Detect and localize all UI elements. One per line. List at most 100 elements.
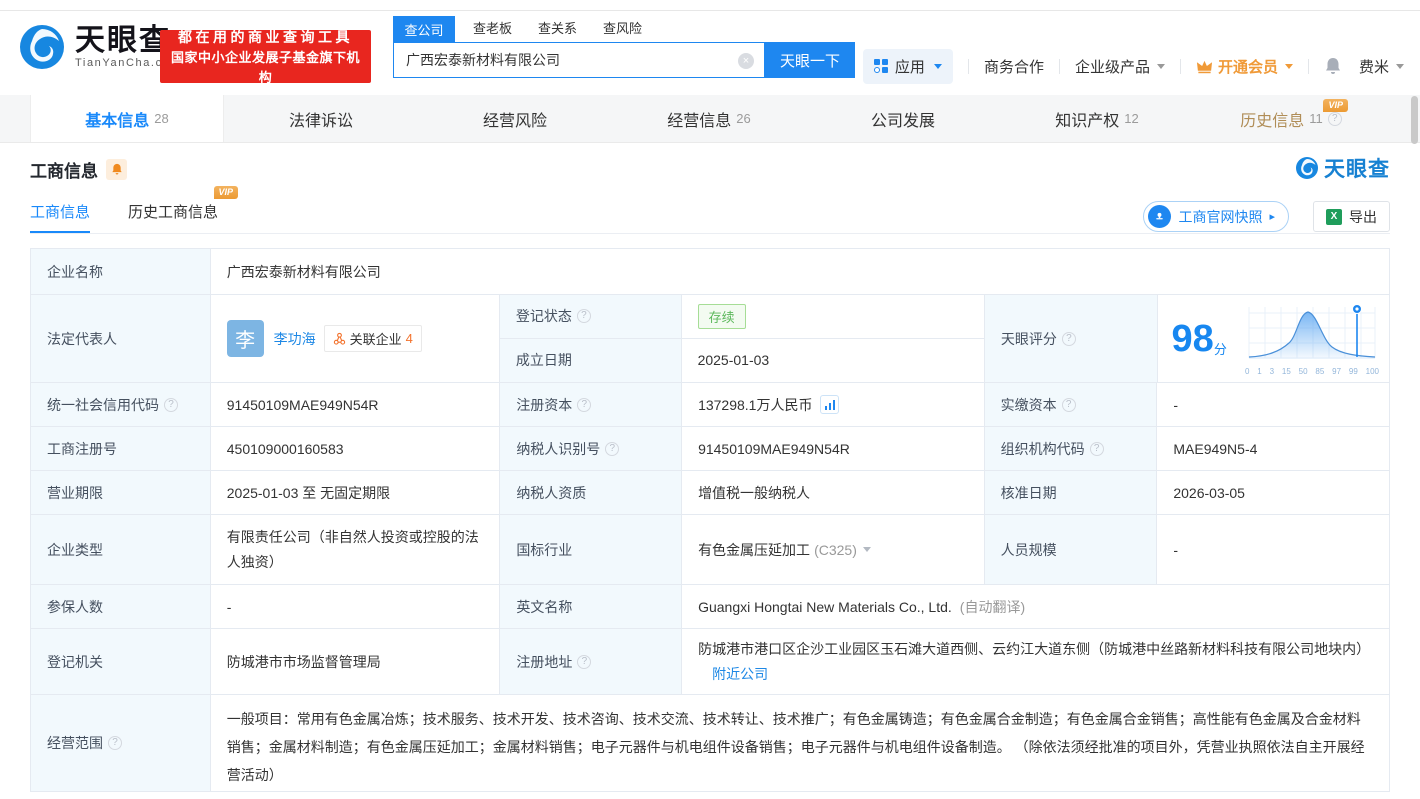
value-text: - bbox=[1173, 396, 1179, 413]
tab-label: 法律诉讼 bbox=[288, 112, 353, 130]
business-cooperation-label: 商务合作 bbox=[983, 58, 1044, 76]
capital-chart-icon[interactable] bbox=[820, 395, 840, 414]
business-scope-value: 一般项目：常用有色金属冶炼；技术服务、技术开发、技术咨询、技术交流、技术转让、技… bbox=[210, 695, 1389, 791]
label-text: 企业名称 bbox=[47, 263, 103, 280]
help-icon[interactable]: ? bbox=[576, 309, 591, 324]
table-row: 登记机关 防城港市市场监督管理局 注册地址 ? 防城港市港口区企沙工业园区玉石滩… bbox=[31, 629, 1389, 695]
promo-line-2: 国家中小企业发展子基金旗下机构 bbox=[170, 49, 360, 85]
export-button[interactable]: X 导出 bbox=[1313, 201, 1390, 232]
company-type-value: 有限责任公司（非自然人投资或控股的法人独资） bbox=[210, 515, 501, 584]
open-vip-label: 开通会员 bbox=[1217, 58, 1278, 76]
value-text: - bbox=[1173, 541, 1179, 558]
related-companies-badge[interactable]: 关联企业 4 bbox=[323, 325, 422, 352]
business-cooperation-link[interactable]: 商务合作 bbox=[984, 56, 1044, 77]
open-vip-menu[interactable]: 开通会员 bbox=[1196, 56, 1293, 77]
search-area: 查公司 查老板 查关系 查风险 × 天眼一下 bbox=[393, 16, 855, 78]
value-text: 2025-01-03 bbox=[697, 352, 770, 369]
field-label: 法定代表人 bbox=[31, 295, 211, 382]
tab-label: 基本信息 bbox=[85, 112, 150, 130]
company-name-value: 广西宏泰新材料有限公司 bbox=[210, 249, 1389, 294]
subtab-business-info[interactable]: 工商信息 bbox=[30, 199, 91, 233]
user-name: 费米 bbox=[1358, 58, 1389, 76]
subtab-history-business-info[interactable]: VIP 历史工商信息 bbox=[128, 186, 239, 233]
help-icon[interactable]: ? bbox=[1061, 331, 1076, 346]
tab-legal-litigation[interactable]: 法律诉讼 bbox=[224, 95, 418, 142]
help-icon[interactable]: ? bbox=[108, 736, 122, 750]
tab-label: 经营风险 bbox=[482, 112, 547, 130]
nav-divider bbox=[967, 58, 969, 74]
label-text: 注册地址 bbox=[516, 653, 573, 670]
tab-label: 历史信息 bbox=[1240, 112, 1305, 130]
apps-menu[interactable]: 应用 bbox=[862, 48, 953, 84]
value-text: 450109000160583 bbox=[226, 440, 344, 457]
search-tab-relation[interactable]: 查关系 bbox=[538, 18, 577, 42]
watermark-brand: 天眼查 bbox=[1324, 158, 1390, 181]
help-icon[interactable]: ? bbox=[1061, 397, 1076, 412]
table-row: 企业名称 广西宏泰新材料有限公司 bbox=[31, 249, 1389, 295]
table-row: 参保人数 - 英文名称 Guangxi Hongtai New Material… bbox=[31, 585, 1389, 629]
field-label: 人员规模 bbox=[984, 515, 1158, 584]
official-snapshot-button[interactable]: 工商官网快照 ▸ bbox=[1143, 201, 1289, 232]
tab-intellectual-property[interactable]: 知识产权 12 bbox=[1000, 95, 1194, 142]
tianyancha-logo[interactable]: 天眼查 TianYanCha.com bbox=[18, 23, 181, 71]
value-text: - bbox=[226, 598, 232, 615]
score-value: 98 分 0 1 3 15 50 85 97 99 100 bbox=[1157, 295, 1389, 382]
chart-axis-ticks: 0 1 3 15 50 85 97 99 100 bbox=[1245, 367, 1379, 376]
field-label: 国标行业 bbox=[500, 515, 683, 584]
user-menu[interactable]: 费米 bbox=[1359, 56, 1404, 77]
legal-rep-link[interactable]: 李功海 bbox=[274, 329, 316, 349]
label-text: 经营范围 bbox=[47, 735, 103, 751]
search-input[interactable] bbox=[394, 43, 764, 77]
score-number: 98 分 bbox=[1172, 319, 1227, 359]
search-tab-risk[interactable]: 查风险 bbox=[603, 18, 642, 42]
avatar[interactable]: 李 bbox=[226, 320, 264, 357]
field-label: 英文名称 bbox=[500, 585, 683, 628]
field-label: 实缴资本 ? bbox=[984, 383, 1158, 426]
tab-history-info[interactable]: VIP 历史信息 11 ? bbox=[1194, 95, 1388, 142]
help-icon[interactable]: ? bbox=[164, 397, 178, 412]
help-icon[interactable]: ? bbox=[605, 441, 620, 456]
english-name-value: Guangxi Hongtai New Materials Co., Ltd. … bbox=[682, 585, 1389, 628]
tab-basic-info[interactable]: 基本信息 28 bbox=[30, 95, 224, 142]
search-button[interactable]: 天眼一下 bbox=[765, 42, 855, 78]
value-text: 137298.1万人民币 bbox=[698, 396, 813, 413]
field-label: 工商注册号 bbox=[31, 427, 211, 470]
label-text: 注册资本 bbox=[516, 396, 573, 413]
promo-banner: 都在用的商业查询工具 国家中小企业发展子基金旗下机构 bbox=[160, 29, 371, 85]
help-icon[interactable]: ? bbox=[577, 397, 592, 412]
nav-divider bbox=[1058, 58, 1060, 74]
field-label: 纳税人资质 bbox=[500, 471, 683, 514]
help-icon[interactable]: ? bbox=[1327, 111, 1342, 126]
section-actions: 工商官网快照 ▸ X 导出 bbox=[1143, 201, 1390, 232]
tab-operation-info[interactable]: 经营信息 26 bbox=[612, 95, 806, 142]
chevron-down-icon[interactable] bbox=[862, 547, 871, 552]
label-text: 组织机构代码 bbox=[1000, 440, 1085, 457]
notification-bell-icon[interactable] bbox=[1324, 56, 1344, 76]
scrollbar-thumb[interactable] bbox=[1411, 96, 1418, 144]
label-text: 营业期限 bbox=[47, 484, 103, 501]
search-tab-company[interactable]: 查公司 bbox=[393, 16, 455, 42]
promo-line-1: 都在用的商业查询工具 bbox=[178, 28, 353, 45]
field-label: 企业类型 bbox=[31, 515, 211, 584]
subscribe-bell-icon[interactable] bbox=[106, 159, 127, 180]
nearby-companies-link[interactable]: 附近公司 bbox=[712, 666, 768, 682]
table-subrow: 成立日期 2025-01-03 bbox=[499, 338, 984, 382]
value-text: 2025-01-03 至 无固定期限 bbox=[226, 484, 391, 501]
clear-icon[interactable]: × bbox=[738, 53, 754, 69]
label-text: 纳税人识别号 bbox=[516, 440, 601, 457]
taxpayer-id-value: 91450109MAE949N54R bbox=[682, 427, 985, 470]
tab-operation-risk[interactable]: 经营风险 bbox=[418, 95, 612, 142]
label-text: 天眼评分 bbox=[1000, 330, 1057, 347]
industry-code: (C325) bbox=[814, 541, 857, 558]
label-text: 统一社会信用代码 bbox=[47, 396, 159, 413]
tab-count: 26 bbox=[736, 111, 751, 126]
search-tab-boss[interactable]: 查老板 bbox=[473, 18, 512, 42]
legal-rep-value: 李 李功海 关联企业 4 bbox=[210, 295, 500, 382]
page: 天眼查 TianYanCha.com 都在用的商业查询工具 国家中小企业发展子基… bbox=[0, 0, 1420, 799]
paid-capital-value: - bbox=[1157, 383, 1390, 426]
help-icon[interactable]: ? bbox=[577, 654, 592, 669]
business-info-table: 企业名称 广西宏泰新材料有限公司 法定代表人 李 李功海 关联企业 4 登记状态… bbox=[30, 248, 1390, 792]
help-icon[interactable]: ? bbox=[1089, 441, 1104, 456]
enterprise-products-menu[interactable]: 企业级产品 bbox=[1075, 56, 1165, 77]
tab-company-development[interactable]: 公司发展 bbox=[806, 95, 1000, 142]
